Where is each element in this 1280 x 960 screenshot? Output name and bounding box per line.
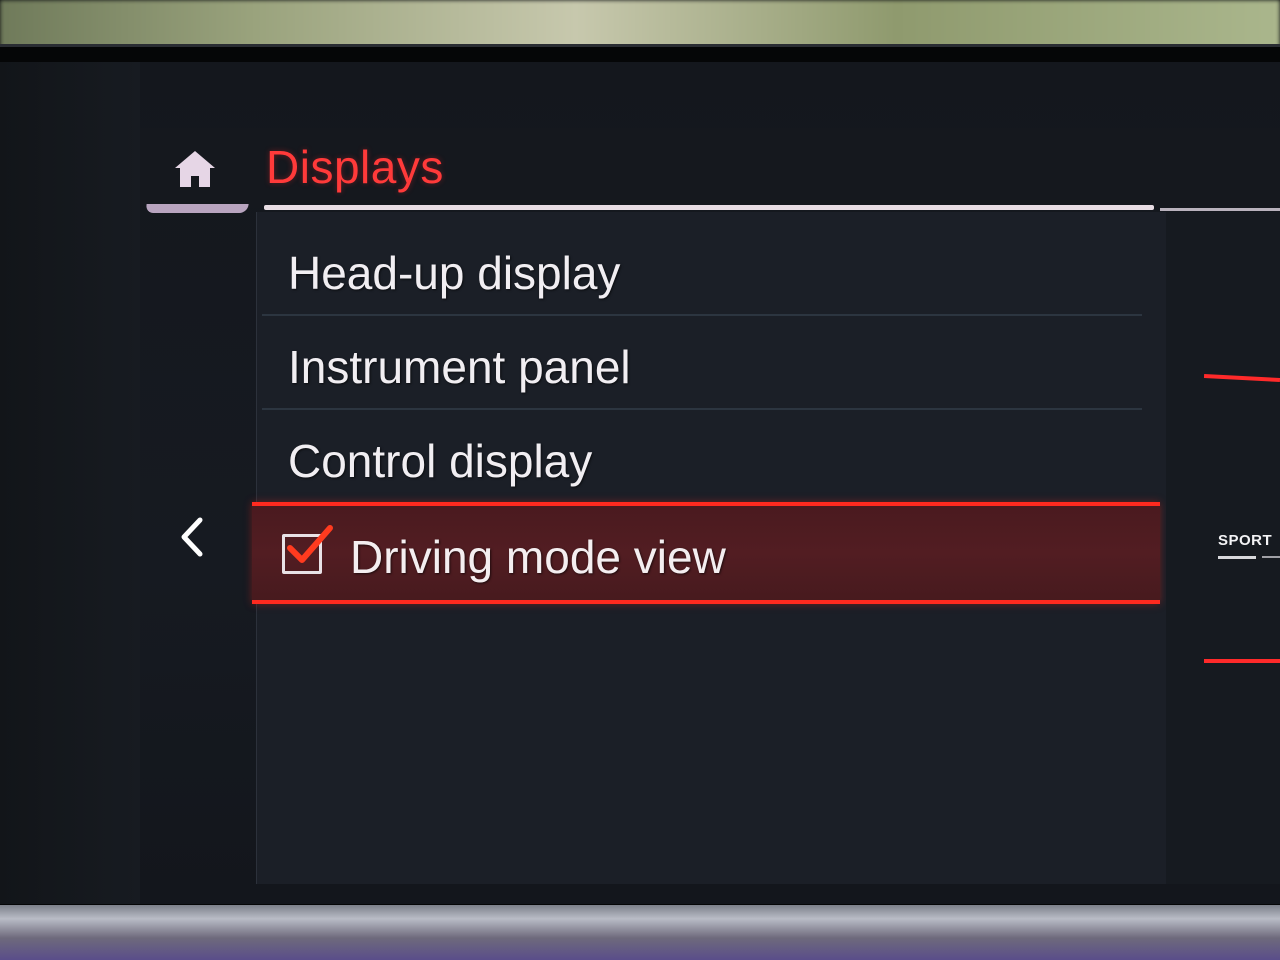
home-icon[interactable] bbox=[172, 148, 218, 190]
sport-mode-indicator bbox=[1218, 556, 1256, 559]
menu-item-driving-mode-view[interactable]: Driving mode view bbox=[252, 502, 1160, 604]
menu-item-instrument-panel[interactable]: Instrument panel bbox=[262, 316, 1142, 410]
menu-item-label: Driving mode view bbox=[350, 531, 726, 583]
page-title: Displays bbox=[266, 141, 444, 193]
checkmark-icon bbox=[287, 525, 333, 563]
car-infotainment-scene: Displays Head-up display Instrument pane… bbox=[0, 0, 1280, 960]
menu-item-head-up-display[interactable]: Head-up display bbox=[262, 222, 1142, 316]
title-underline bbox=[264, 205, 1154, 210]
menu-item-label: Instrument panel bbox=[288, 341, 631, 393]
chevron-left-icon[interactable] bbox=[178, 512, 208, 562]
sport-mode-indicator-extension bbox=[1262, 556, 1280, 558]
sport-mode-label: SPORT bbox=[1218, 532, 1273, 549]
preview-accent-line-bottom bbox=[1204, 659, 1280, 663]
dashboard-trim bbox=[0, 905, 1280, 960]
menu-item-label: Head-up display bbox=[288, 247, 621, 299]
menu-item-control-display[interactable]: Control display bbox=[262, 410, 1142, 502]
title-underline-extension bbox=[1160, 208, 1280, 211]
home-tab-indicator bbox=[145, 204, 249, 213]
left-rail bbox=[0, 62, 140, 904]
menu-item-label: Control display bbox=[288, 435, 593, 487]
